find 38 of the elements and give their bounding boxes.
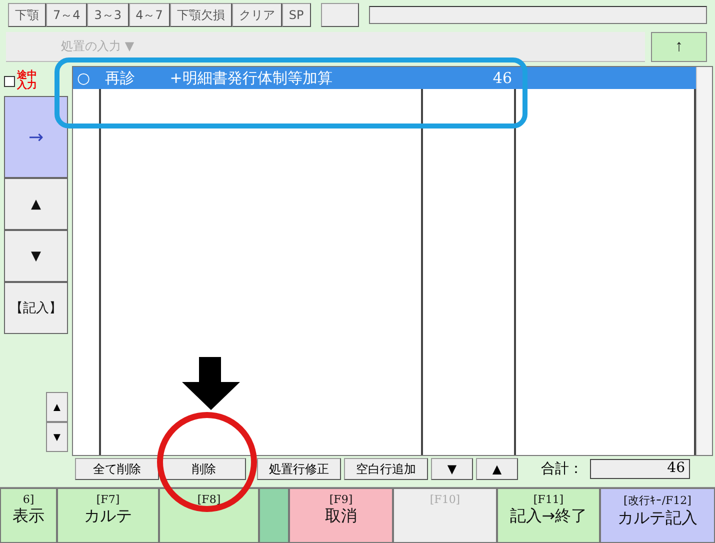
key-spacer — [259, 488, 289, 543]
list-action-button[interactable]: 全て削除 — [75, 458, 159, 480]
list-action-button[interactable]: 処置行修正 — [257, 458, 341, 480]
function-key[interactable]: [F11] 記入→終了 — [497, 488, 600, 543]
checkbox[interactable] — [4, 76, 15, 86]
function-key[interactable]: 6] 表示 — [0, 488, 57, 543]
row-points: 46 — [492, 69, 513, 87]
tooth-button[interactable]: SP — [282, 3, 311, 27]
down-arrow-icon — [182, 357, 240, 410]
tooth-button[interactable]: 3～3 — [87, 3, 129, 27]
tooth-button[interactable]: 4～7 — [128, 3, 170, 27]
tooth-button[interactable]: 7～4 — [46, 3, 88, 27]
move-button[interactable]: ▼ — [431, 458, 473, 480]
function-key[interactable]: [改行ｷｰ/F12] カルテ記入 — [600, 488, 715, 543]
scrollbar[interactable] — [696, 67, 712, 455]
text-field[interactable] — [368, 6, 707, 24]
side-button[interactable]: ▼ — [4, 230, 68, 282]
list-action-button[interactable]: 空白行追加 — [344, 458, 428, 480]
total-label: 合計： — [541, 460, 583, 478]
function-key[interactable]: [F7] カルテ — [57, 488, 159, 543]
function-key[interactable]: [F8] — [159, 488, 259, 543]
move-button[interactable]: ▲ — [476, 458, 518, 480]
total-field: 46 — [590, 459, 690, 479]
scroll-button[interactable]: ▼ — [46, 422, 68, 452]
list-action-button[interactable]: 削除 — [162, 458, 246, 480]
tooth-button[interactable]: 下顎欠損 — [170, 3, 232, 27]
up-button[interactable]: ↑ — [651, 32, 707, 62]
scroll-button[interactable]: ▲ — [46, 392, 68, 422]
checkbox-label: 途中入力 — [17, 71, 38, 91]
blank-button[interactable] — [320, 3, 359, 27]
row-mark: ○ — [76, 69, 92, 87]
side-button[interactable]: → — [4, 96, 68, 178]
tooth-button[interactable]: 下顎 — [8, 3, 46, 27]
tooth-button[interactable]: クリア — [232, 3, 282, 27]
side-button[interactable]: ▲ — [4, 178, 68, 230]
row-name: 再診 +明細書発行体制等加算 — [104, 68, 334, 88]
side-button[interactable]: 【記入】 — [4, 282, 68, 334]
function-key[interactable]: [F9] 取消 — [289, 488, 393, 543]
